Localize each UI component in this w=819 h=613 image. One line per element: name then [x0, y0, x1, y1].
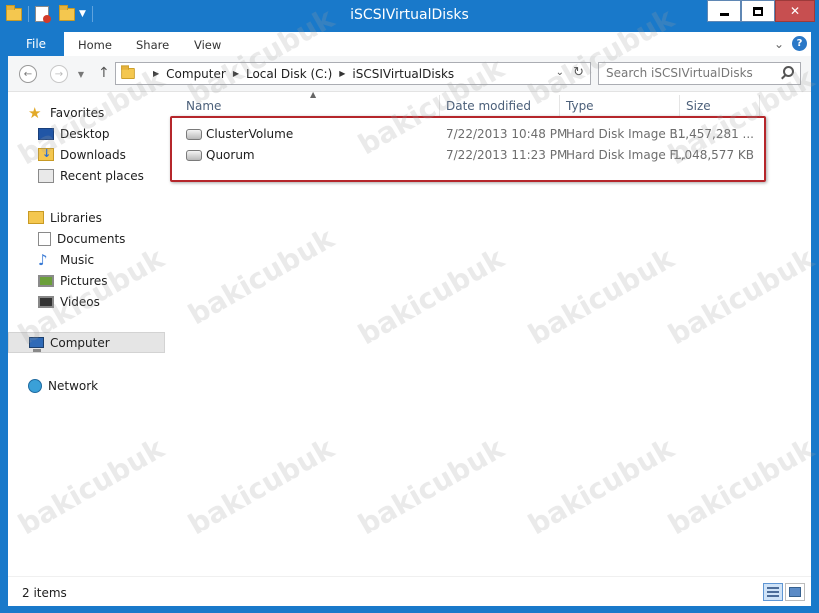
address-row: ← → ▼ ↑ ▶ Computer ▶ Local Disk (C:) ▶ i…: [8, 56, 811, 92]
minimize-icon: [719, 12, 729, 16]
tab-view[interactable]: View: [194, 38, 221, 52]
nav-desktop[interactable]: Desktop: [8, 123, 165, 144]
search-icon[interactable]: [783, 66, 794, 77]
view-switcher: [763, 583, 805, 601]
nav-documents[interactable]: Documents: [8, 228, 165, 249]
file-list: ▲ Name Date modified Type Size ClusterVo…: [170, 90, 811, 576]
column-header-type[interactable]: Type: [560, 95, 680, 117]
up-button[interactable]: ↑: [98, 65, 110, 81]
pictures-icon: [38, 274, 54, 287]
search-placeholder: Search iSCSIVirtualDisks: [606, 66, 753, 80]
nav-computer[interactable]: Computer: [8, 332, 165, 353]
nav-label: Network: [48, 378, 99, 393]
nav-label: Pictures: [60, 273, 108, 288]
up-arrow-icon: ↑: [98, 65, 110, 81]
recent-locations-button[interactable]: ▼: [76, 65, 86, 83]
content-area: ★ Favorites Desktop Downloads Recent pla…: [8, 90, 811, 576]
back-button[interactable]: ←: [19, 65, 37, 83]
explorer-window: ▼ iSCSIVirtualDisks ✕ File Home Share Vi…: [0, 0, 819, 613]
star-icon: ★: [28, 103, 42, 122]
nav-libraries[interactable]: Libraries: [8, 207, 165, 228]
navigation-pane: ★ Favorites Desktop Downloads Recent pla…: [8, 92, 166, 576]
nav-favorites[interactable]: ★ Favorites: [8, 102, 165, 123]
breadcrumb-arrow-icon[interactable]: ▶: [339, 69, 345, 78]
network-icon: [28, 378, 42, 393]
details-view-button[interactable]: [763, 583, 783, 601]
nav-label: Documents: [57, 231, 126, 246]
nav-label: Videos: [60, 294, 100, 309]
status-bar: 2 items: [8, 576, 811, 606]
highlight-annotation: [170, 116, 766, 182]
computer-icon: [29, 337, 44, 352]
nav-label: Libraries: [50, 210, 102, 225]
details-view-icon: [767, 587, 779, 597]
expand-ribbon-icon[interactable]: ⌄: [774, 37, 784, 51]
nav-label: Favorites: [50, 105, 105, 120]
maximize-icon: [753, 6, 763, 16]
recent-places-icon: [38, 168, 54, 183]
close-button[interactable]: ✕: [775, 0, 815, 22]
minimize-button[interactable]: [707, 0, 741, 22]
nav-pictures[interactable]: Pictures: [8, 270, 165, 291]
music-icon: ♪: [38, 250, 48, 269]
nav-label: Desktop: [60, 126, 110, 141]
tab-file[interactable]: File: [8, 32, 64, 56]
breadcrumb-arrow-icon[interactable]: ▶: [153, 69, 159, 78]
column-header-size[interactable]: Size: [680, 95, 760, 117]
back-arrow-icon: ←: [23, 68, 33, 80]
item-count: 2 items: [22, 586, 67, 600]
window-controls: ✕: [707, 0, 815, 22]
large-icons-view-icon: [789, 587, 801, 597]
refresh-icon[interactable]: ↻: [573, 65, 584, 80]
nav-recent-places[interactable]: Recent places: [8, 165, 165, 186]
breadcrumb-iscsi-folder[interactable]: iSCSIVirtualDisks: [352, 67, 454, 81]
nav-downloads[interactable]: Downloads: [8, 144, 165, 165]
breadcrumb-computer[interactable]: Computer: [166, 67, 226, 81]
forward-arrow-icon: →: [54, 68, 64, 80]
chevron-down-icon: ▼: [77, 69, 85, 79]
tab-share[interactable]: Share: [136, 38, 169, 52]
desktop-icon: [38, 127, 54, 140]
nav-label: Music: [60, 252, 95, 267]
nav-label: Recent places: [60, 168, 144, 183]
downloads-icon: [38, 147, 54, 161]
nav-music[interactable]: ♪ Music: [8, 249, 165, 270]
breadcrumb-arrow-icon[interactable]: ▶: [233, 69, 239, 78]
breadcrumb-local-disk[interactable]: Local Disk (C:): [246, 67, 332, 81]
column-header-date-modified[interactable]: Date modified: [440, 95, 560, 117]
ribbon-controls: ⌄ ?: [774, 36, 807, 51]
folder-icon: [121, 65, 135, 80]
documents-icon: [38, 231, 51, 246]
nav-label: Computer: [50, 335, 110, 350]
chevron-down-icon[interactable]: ⌄: [556, 67, 564, 78]
tab-home[interactable]: Home: [78, 38, 112, 52]
videos-icon: [38, 295, 54, 308]
nav-videos[interactable]: Videos: [8, 291, 165, 312]
title-bar: ▼ iSCSIVirtualDisks ✕: [0, 0, 819, 32]
large-icons-view-button[interactable]: [785, 583, 805, 601]
search-input[interactable]: Search iSCSIVirtualDisks: [598, 62, 801, 85]
nav-network[interactable]: Network: [8, 375, 165, 396]
nav-label: Downloads: [60, 147, 126, 162]
maximize-button[interactable]: [741, 0, 775, 22]
window-title: iSCSIVirtualDisks: [350, 7, 469, 23]
column-header-name[interactable]: Name: [180, 95, 440, 117]
close-icon: ✕: [789, 4, 801, 18]
help-icon[interactable]: ?: [792, 36, 807, 51]
forward-button[interactable]: →: [50, 65, 68, 83]
address-bar[interactable]: ▶ Computer ▶ Local Disk (C:) ▶ iSCSIVirt…: [115, 62, 591, 85]
libraries-icon: [28, 211, 44, 224]
ribbon: File Home Share View ⌄ ?: [8, 32, 811, 56]
